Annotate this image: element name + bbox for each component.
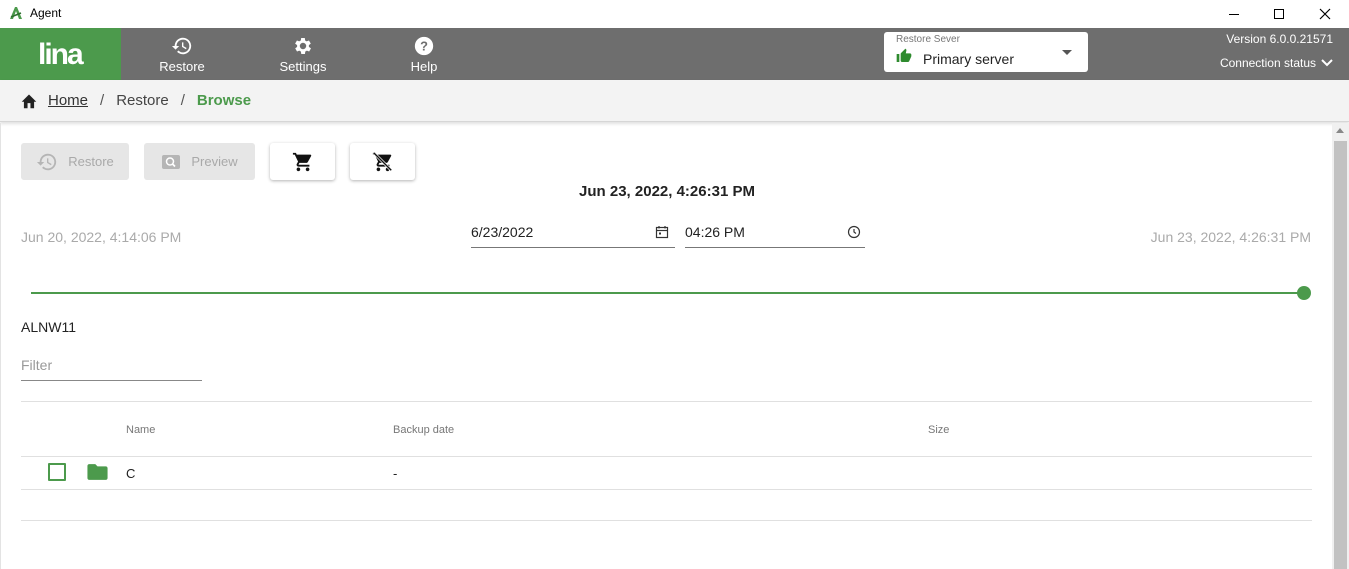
- selected-backup-date: Jun 23, 2022, 4:26:31 PM: [579, 183, 755, 200]
- filter-field[interactable]: [21, 353, 202, 381]
- restore-server-label: Restore Sever: [896, 34, 960, 45]
- restore-server-select[interactable]: Restore Sever Primary server: [884, 32, 1088, 72]
- host-name: ALNW11: [21, 319, 76, 335]
- svg-text:?: ?: [420, 38, 428, 53]
- history-icon: [37, 153, 57, 170]
- preview-icon: [162, 154, 181, 169]
- breadcrumb-restore[interactable]: Restore: [116, 92, 169, 109]
- maximize-icon: [1274, 9, 1284, 19]
- restore-server-value: Primary server: [923, 51, 1015, 67]
- chevron-down-icon: [1321, 59, 1333, 67]
- nav-restore[interactable]: Restore: [132, 28, 232, 80]
- table-empty-row: [21, 490, 1312, 521]
- column-name[interactable]: Name: [126, 424, 155, 436]
- clear-cart-button[interactable]: [350, 143, 415, 180]
- gear-icon: [295, 37, 311, 54]
- row-checkbox[interactable]: [48, 463, 66, 481]
- chevron-down-icon: [1062, 50, 1072, 55]
- remove-cart-icon: [372, 151, 392, 171]
- scroll-up-icon[interactable]: [1336, 128, 1344, 133]
- row-backup-date: -: [393, 466, 398, 481]
- close-icon: [1319, 8, 1331, 20]
- file-table: Name Backup date Size C -: [21, 401, 1312, 521]
- help-icon: ?: [414, 36, 434, 55]
- table-row[interactable]: C -: [21, 457, 1312, 490]
- preview-button-label: Preview: [191, 154, 238, 169]
- nav-help-label: Help: [410, 58, 438, 74]
- version-text: Version 6.0.0.21571: [1226, 32, 1333, 46]
- column-backup-date[interactable]: Backup date: [393, 424, 454, 436]
- clock-icon[interactable]: [847, 225, 861, 239]
- restore-button[interactable]: Restore: [21, 143, 129, 180]
- timeline-start-date: Jun 20, 2022, 4:14:06 PM: [21, 229, 182, 245]
- minimize-button[interactable]: [1211, 0, 1257, 28]
- breadcrumb-bar: Home / Restore / Browse: [0, 80, 1349, 122]
- breadcrumb: Home / Restore / Browse: [20, 92, 251, 109]
- cart-icon: [292, 152, 311, 171]
- connection-status-toggle[interactable]: Connection status: [1220, 56, 1333, 70]
- breadcrumb-home[interactable]: Home: [48, 92, 88, 109]
- close-button[interactable]: [1302, 0, 1348, 28]
- history-icon: [171, 37, 192, 54]
- nav-help[interactable]: ? Help: [374, 28, 474, 80]
- nav-settings[interactable]: Settings: [253, 28, 353, 80]
- minimize-icon: [1229, 14, 1239, 15]
- breadcrumb-separator: /: [180, 92, 185, 109]
- breadcrumb-separator: /: [100, 92, 105, 109]
- window-title: Agent: [30, 6, 62, 20]
- time-input-value: 04:26 PM: [685, 224, 745, 240]
- home-icon[interactable]: [20, 93, 38, 109]
- date-input[interactable]: 6/23/2022: [471, 221, 675, 248]
- top-nav: lina Restore Settings ? Help Restore Sev…: [0, 28, 1349, 80]
- folder-icon: [87, 464, 108, 480]
- date-input-value: 6/23/2022: [471, 224, 534, 240]
- vertical-scrollbar[interactable]: [1332, 123, 1349, 569]
- preview-button[interactable]: Preview: [144, 143, 255, 180]
- svg-text:lina: lina: [38, 38, 84, 71]
- connection-status-label: Connection status: [1219, 56, 1316, 70]
- column-size[interactable]: Size: [928, 424, 949, 436]
- add-to-cart-button[interactable]: [270, 143, 335, 180]
- calendar-icon[interactable]: [655, 225, 669, 239]
- nav-settings-label: Settings: [279, 58, 327, 74]
- maximize-button[interactable]: [1256, 0, 1302, 28]
- browse-panel: Restore Preview Jun 23, 2022, 4:26:31 PM…: [0, 123, 1332, 569]
- app-icon: [10, 7, 22, 19]
- table-header: Name Backup date Size: [21, 401, 1312, 457]
- logo-icon: lina: [38, 38, 85, 71]
- timeline-slider-handle[interactable]: [1297, 286, 1311, 300]
- timeline-slider-track[interactable]: [31, 292, 1304, 294]
- restore-button-label: Restore: [68, 154, 114, 169]
- nav-restore-label: Restore: [159, 58, 205, 74]
- lina-logo[interactable]: lina: [0, 28, 121, 80]
- filter-input[interactable]: [21, 353, 202, 377]
- timeline-end-date: Jun 23, 2022, 4:26:31 PM: [1150, 229, 1311, 245]
- scrollbar-thumb[interactable]: [1334, 141, 1347, 569]
- breadcrumb-current: Browse: [196, 92, 252, 109]
- time-input[interactable]: 04:26 PM: [685, 221, 865, 248]
- title-bar: Agent: [0, 0, 1349, 28]
- row-name[interactable]: C: [126, 466, 135, 481]
- thumbs-up-icon: [896, 48, 912, 62]
